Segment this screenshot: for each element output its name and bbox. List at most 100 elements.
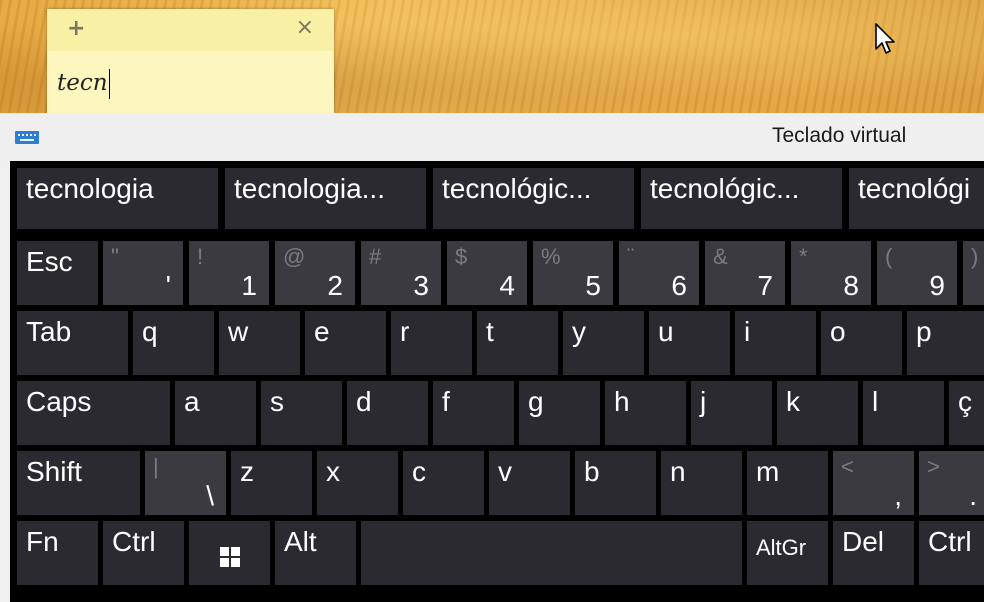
number-key-6[interactable]: % 5 xyxy=(533,241,613,305)
number-key-5[interactable]: $4 xyxy=(447,241,527,305)
key-q-label: q xyxy=(142,316,158,347)
number-key-3[interactable]: @2 xyxy=(275,241,355,305)
suggestion-3[interactable]: tecnológic... xyxy=(433,168,634,229)
key-u[interactable]: u xyxy=(649,311,730,375)
key-c-label: c xyxy=(412,456,426,487)
key-m[interactable]: m xyxy=(747,451,828,515)
comma-key-symbol: , xyxy=(894,480,902,511)
number-key-4-symbol: 3 xyxy=(413,270,429,301)
key-d[interactable]: d xyxy=(347,381,428,445)
key-i[interactable]: i xyxy=(735,311,816,375)
del-key[interactable]: Del xyxy=(833,521,914,585)
number-key-1-shift-symbol: " xyxy=(111,244,119,269)
period-key-shift-symbol: > xyxy=(927,454,940,479)
key-g-label: g xyxy=(528,386,544,417)
ctrl-right-key-label: Ctrl xyxy=(928,526,972,557)
number-key-9-symbol: 8 xyxy=(843,270,859,301)
fn-key-label: Fn xyxy=(26,526,59,557)
period-key-symbol: . xyxy=(969,480,977,511)
key-o[interactable]: o xyxy=(821,311,902,375)
caps-key[interactable]: Caps xyxy=(17,381,170,445)
windows-logo-icon xyxy=(220,547,241,567)
caps-key-label: Caps xyxy=(26,386,92,417)
number-key-7[interactable]: ¨ 6 xyxy=(619,241,699,305)
key-s[interactable]: s xyxy=(261,381,342,445)
tab-key[interactable]: Tab xyxy=(17,311,128,375)
key-r[interactable]: r xyxy=(391,311,472,375)
key-v[interactable]: v xyxy=(489,451,570,515)
key-b[interactable]: b xyxy=(575,451,656,515)
key-p[interactable]: p xyxy=(907,311,984,375)
suggestion-2[interactable]: tecnologia... xyxy=(225,168,426,229)
key-c-cedilla[interactable]: ç xyxy=(949,381,984,445)
comma-key[interactable]: <, xyxy=(833,451,914,515)
number-key-7-symbol: 6 xyxy=(671,270,687,301)
period-key[interactable]: >. xyxy=(919,451,984,515)
number-key-8[interactable]: & 7 xyxy=(705,241,785,305)
text-caret xyxy=(108,69,110,99)
add-note-button[interactable]: + xyxy=(67,18,85,40)
key-e[interactable]: e xyxy=(305,311,386,375)
key-x[interactable]: x xyxy=(317,451,398,515)
altgr-key[interactable]: AltGr xyxy=(747,521,828,585)
alt-key[interactable]: Alt xyxy=(275,521,356,585)
backslash-key-symbol: \ xyxy=(206,480,214,511)
key-j[interactable]: j xyxy=(691,381,772,445)
number-key-11[interactable]: ) xyxy=(963,241,984,305)
key-f[interactable]: f xyxy=(433,381,514,445)
key-h[interactable]: h xyxy=(605,381,686,445)
number-key-10[interactable]: (9 xyxy=(877,241,957,305)
number-key-5-shift-symbol: $ xyxy=(455,244,468,269)
suggestion-4[interactable]: tecnológic... xyxy=(641,168,842,229)
number-key-2[interactable]: ! 1 xyxy=(189,241,269,305)
key-l[interactable]: l xyxy=(863,381,944,445)
esc-key-label: Esc xyxy=(26,246,73,277)
backslash-key[interactable]: | \ xyxy=(145,451,226,515)
ctrl-right-key[interactable]: Ctrl xyxy=(919,521,984,585)
key-x-label: x xyxy=(326,456,340,487)
number-key-2-symbol: 1 xyxy=(241,270,257,301)
key-c[interactable]: c xyxy=(403,451,484,515)
number-key-3-shift-symbol: @ xyxy=(283,244,306,269)
key-v-label: v xyxy=(498,456,512,487)
key-z[interactable]: z xyxy=(231,451,312,515)
windows-key[interactable] xyxy=(189,521,270,585)
number-key-4[interactable]: #3 xyxy=(361,241,441,305)
key-u-label: u xyxy=(658,316,674,347)
key-n[interactable]: n xyxy=(661,451,742,515)
keyboard-icon xyxy=(15,131,39,144)
key-q[interactable]: q xyxy=(133,311,214,375)
key-m-label: m xyxy=(756,456,780,487)
number-key-10-shift-symbol: ( xyxy=(885,244,893,269)
esc-key[interactable]: Esc xyxy=(17,241,98,305)
close-note-button[interactable]: × xyxy=(296,17,314,39)
comma-key-shift-symbol: < xyxy=(841,454,854,479)
number-key-9-shift-symbol: * xyxy=(799,244,808,269)
key-a[interactable]: a xyxy=(175,381,256,445)
key-w-label: w xyxy=(228,316,249,347)
note-text: tecn xyxy=(57,70,108,96)
number-key-7-shift-symbol: ¨ xyxy=(627,244,635,269)
on-screen-keyboard: Teclado virtual tecnologia tecnologia... t… xyxy=(0,113,984,602)
space-bar[interactable] xyxy=(361,521,742,585)
key-t[interactable]: t xyxy=(477,311,558,375)
key-z-label: z xyxy=(240,456,254,487)
key-t-label: t xyxy=(486,316,494,347)
sticky-note-text[interactable]: tecn xyxy=(57,69,110,99)
shift-key[interactable]: Shift xyxy=(17,451,140,515)
key-k[interactable]: k xyxy=(777,381,858,445)
number-key-8-shift-symbol: & xyxy=(713,244,728,269)
ctrl-left-key[interactable]: Ctrl xyxy=(103,521,184,585)
key-w[interactable]: w xyxy=(219,311,300,375)
number-key-9[interactable]: * 8 xyxy=(791,241,871,305)
mouse-pointer-icon xyxy=(875,23,895,54)
sticky-note[interactable]: + × tecn xyxy=(47,9,334,113)
suggestion-5[interactable]: tecnológi xyxy=(849,168,984,229)
alt-key-label: Alt xyxy=(284,526,317,557)
key-g[interactable]: g xyxy=(519,381,600,445)
key-y[interactable]: y xyxy=(563,311,644,375)
suggestion-1[interactable]: tecnologia xyxy=(17,168,218,229)
number-key-1[interactable]: " ' xyxy=(103,241,183,305)
key-n-label: n xyxy=(670,456,686,487)
fn-key[interactable]: Fn xyxy=(17,521,98,585)
